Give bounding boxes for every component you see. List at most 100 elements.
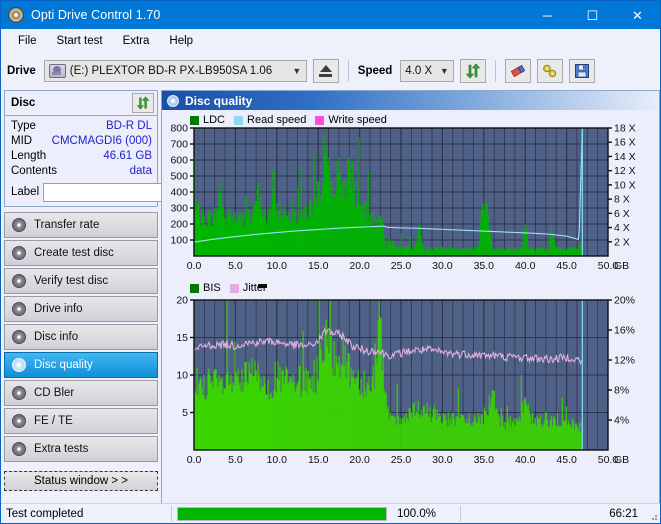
menu-bar: File Start test Extra Help: [1, 29, 660, 53]
svg-text:16 X: 16 X: [614, 137, 636, 149]
nav-list: Transfer rate Create test disc Verify te…: [4, 212, 158, 491]
svg-text:0.0: 0.0: [187, 454, 202, 466]
legend-swatch-write-speed: [315, 115, 325, 125]
close-icon[interactable]: ✕: [615, 1, 660, 29]
tools-button[interactable]: [537, 59, 564, 83]
disc-icon: [12, 386, 26, 400]
svg-text:35.0: 35.0: [474, 260, 495, 272]
disc-mid-value: CMCMAGDI6 (000): [51, 135, 152, 147]
disc-type-value: BD-R DL: [105, 120, 152, 132]
svg-text:20.0: 20.0: [349, 454, 370, 466]
bis-chart-legend: BIS Jitter: [190, 282, 272, 294]
svg-text:5: 5: [182, 407, 188, 419]
menu-file[interactable]: File: [9, 32, 46, 50]
disc-row-mid: MID CMCMAGDI6 (000): [11, 134, 152, 149]
elapsed-time: 66:21: [609, 507, 638, 520]
speed-label: Speed: [357, 65, 393, 77]
eject-button[interactable]: [312, 59, 339, 83]
refresh-button[interactable]: [460, 59, 487, 83]
drive-icon: [48, 64, 66, 78]
disc-icon: [12, 442, 26, 456]
svg-text:300: 300: [170, 203, 188, 215]
sidebar-item-cd-bler[interactable]: CD Bler: [4, 380, 158, 406]
disc-mid-label: MID: [11, 135, 33, 147]
drive-select[interactable]: (E:) PLEXTOR BD-R PX-LB950SA 1.06 ▼: [43, 60, 307, 82]
svg-text:20.0: 20.0: [349, 260, 370, 272]
page-title: Disc quality: [185, 93, 253, 108]
sidebar-item-disc-quality[interactable]: Disc quality: [4, 352, 158, 378]
menu-extra[interactable]: Extra: [114, 32, 159, 50]
speed-select[interactable]: 4.0 X ▼: [400, 60, 455, 82]
svg-text:6 X: 6 X: [614, 208, 630, 220]
disc-refresh-button[interactable]: [132, 93, 154, 113]
svg-text:12%: 12%: [614, 355, 635, 367]
svg-text:25.0: 25.0: [391, 260, 412, 272]
svg-text:40.0: 40.0: [515, 260, 536, 272]
eraser-button[interactable]: [505, 59, 532, 83]
sidebar-item-drive-info[interactable]: Drive info: [4, 296, 158, 322]
svg-text:GB: GB: [614, 454, 629, 466]
sidebar-item-label: Disc quality: [34, 359, 93, 371]
chevron-down-icon: ▼: [292, 66, 302, 76]
disc-info-header: Disc: [5, 91, 157, 116]
disc-contents-label: Contents: [11, 165, 58, 177]
menu-start-test[interactable]: Start test: [48, 32, 112, 50]
resize-grip-icon[interactable]: [648, 511, 658, 521]
svg-text:45.0: 45.0: [556, 454, 577, 466]
svg-text:20: 20: [176, 295, 188, 307]
main-body: Disc Type BD-R DL MID CMCMAGDI6 (000) Le…: [1, 89, 660, 507]
disc-icon: [12, 246, 26, 260]
minimize-icon[interactable]: ─: [525, 1, 570, 29]
disc-quality-charts: 100 200 300 400 500 600 700 800 2 X 4 X 6 X 8 X 10 X…: [170, 123, 636, 467]
sidebar-item-fe-te[interactable]: FE / TE: [4, 408, 158, 434]
sidebar-item-extra-tests[interactable]: Extra tests: [4, 436, 158, 462]
legend-label-write-speed: Write speed: [328, 114, 387, 126]
disc-contents-value: data: [129, 165, 152, 177]
svg-text:15.0: 15.0: [308, 260, 329, 272]
speed-select-value: 4.0 X: [405, 65, 433, 77]
refresh-icon: [136, 96, 150, 110]
disc-icon: [12, 358, 26, 372]
legend-label-jitter: Jitter: [242, 282, 267, 294]
svg-text:40.0: 40.0: [515, 454, 536, 466]
legend-label-ldc: LDC: [203, 114, 226, 126]
disc-row-type: Type BD-R DL: [11, 119, 152, 134]
sidebar-item-create-test-disc[interactable]: Create test disc: [4, 240, 158, 266]
svg-text:500: 500: [170, 171, 188, 183]
legend-swatch-jitter: [229, 283, 239, 293]
menu-help[interactable]: Help: [160, 32, 202, 50]
svg-text:400: 400: [170, 187, 188, 199]
svg-text:16%: 16%: [614, 325, 635, 337]
svg-text:10.0: 10.0: [267, 454, 288, 466]
sidebar-item-label: Drive info: [34, 303, 83, 315]
disc-label-label: Label: [11, 186, 40, 198]
sidebar-item-disc-info[interactable]: Disc info: [4, 324, 158, 350]
app-disc-icon: [8, 7, 24, 23]
maximize-icon[interactable]: ☐: [570, 1, 615, 29]
svg-text:30.0: 30.0: [432, 454, 453, 466]
save-button[interactable]: [569, 59, 596, 83]
svg-text:14 X: 14 X: [614, 151, 636, 163]
svg-text:20%: 20%: [614, 295, 635, 307]
svg-text:5.0: 5.0: [228, 454, 243, 466]
svg-text:10 X: 10 X: [614, 179, 636, 191]
svg-text:0.0: 0.0: [187, 260, 202, 272]
disc-quality-panel: Disc quality LDC Read speed Write speed BI…: [161, 90, 660, 507]
status-window-button[interactable]: Status window > >: [4, 471, 158, 491]
sidebar-item-label: CD Bler: [34, 387, 75, 399]
disc-label-row: Label: [11, 182, 215, 202]
content-area: Disc quality LDC Read speed Write speed BI…: [161, 89, 660, 507]
svg-text:100: 100: [170, 235, 188, 247]
sidebar-item-label: Transfer rate: [34, 219, 100, 231]
sidebar-item-verify-test-disc[interactable]: Verify test disc: [4, 268, 158, 294]
svg-text:4%: 4%: [614, 415, 629, 427]
drive-label: Drive: [7, 65, 36, 77]
disc-length-label: Length: [11, 150, 47, 162]
sidebar-item-transfer-rate[interactable]: Transfer rate: [4, 212, 158, 238]
floppy-save-icon: [575, 64, 590, 78]
disc-length-value: 46.61 GB: [103, 150, 152, 162]
svg-text:2 X: 2 X: [614, 236, 630, 248]
eject-icon: [319, 65, 333, 77]
window-controls: ─ ☐ ✕: [525, 1, 660, 29]
eraser-icon: [511, 64, 526, 78]
